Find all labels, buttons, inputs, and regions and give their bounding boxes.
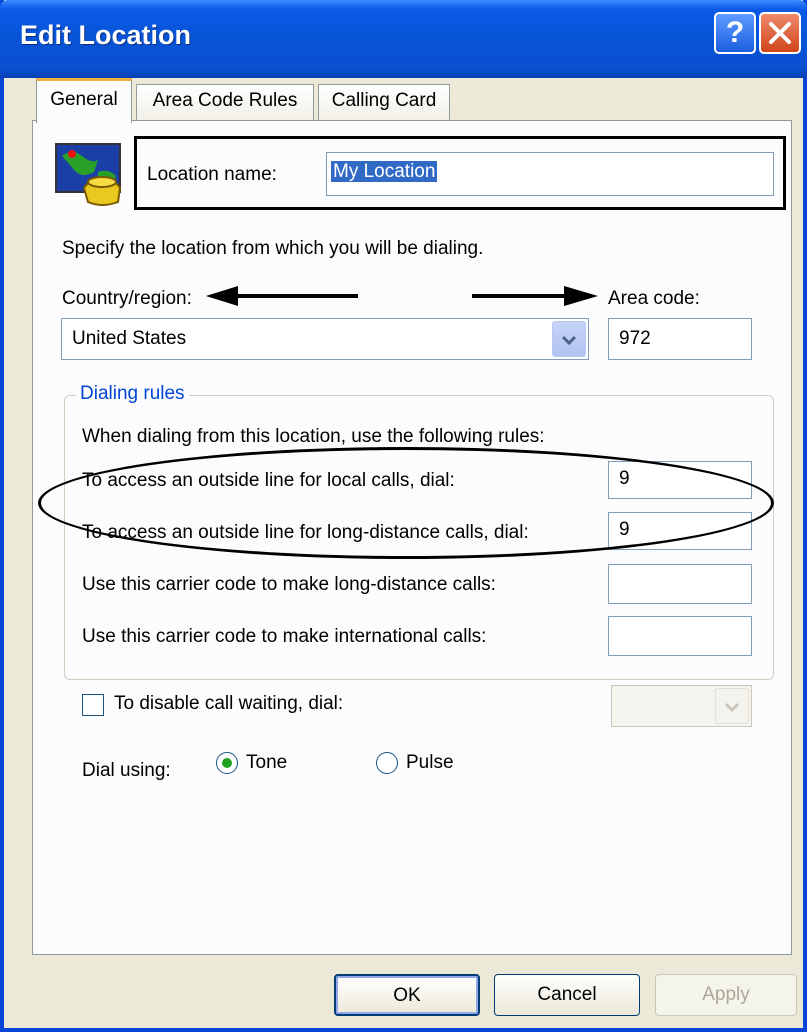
tab-calling-card[interactable]: Calling Card [318,84,450,120]
carrier-international-input[interactable] [608,616,752,656]
carrier-long-distance-label: Use this carrier code to make long-dista… [82,574,496,595]
tone-radio[interactable] [216,752,238,774]
apply-button[interactable]: Apply [655,974,797,1016]
location-globe-phone-icon [55,143,122,206]
country-region-label: Country/region: [62,288,192,309]
radio-selected-dot [222,758,232,768]
window-title: Edit Location [20,20,191,50]
dialing-rules-intro: When dialing from this location, use the… [82,426,545,447]
help-icon: ? [725,16,745,49]
call-waiting-label: To disable call waiting, dial: [114,693,344,714]
cancel-button[interactable]: Cancel [494,974,640,1016]
annotation-arrows [206,286,598,306]
tab-label: Calling Card [331,90,437,111]
help-button[interactable]: ? [714,12,756,54]
pulse-radio[interactable] [376,752,398,774]
close-button[interactable] [759,12,801,54]
location-name-highlight [134,136,786,210]
cancel-label: Cancel [537,984,597,1005]
tab-label: Area Code Rules [152,90,298,111]
carrier-international-label: Use this carrier code to make internatio… [82,626,487,647]
ok-button[interactable]: OK [334,974,480,1016]
area-code-input[interactable]: 972 [608,318,752,360]
dial-using-label: Dial using: [82,760,171,781]
call-waiting-select[interactable] [611,685,752,727]
outside-line-highlight [38,447,774,559]
call-waiting-checkbox[interactable] [82,694,104,716]
title-bar[interactable]: Edit Location ? [0,0,807,78]
tab-label: General [50,89,118,110]
country-region-select[interactable]: United States [61,318,589,360]
country-region-value: United States [72,328,187,349]
area-code-label: Area code: [608,288,700,309]
chevron-down-icon[interactable] [552,321,586,357]
pulse-label: Pulse [406,752,454,773]
dialing-rules-legend: Dialing rules [76,383,189,405]
chevron-down-icon [715,688,749,724]
specify-location-text: Specify the location from which you will… [62,238,484,259]
ok-label: OK [393,985,421,1006]
carrier-long-distance-input[interactable] [608,564,752,604]
close-icon [769,22,791,44]
area-code-value: 972 [619,328,651,349]
tone-label: Tone [246,752,288,773]
tab-area-code-rules[interactable]: Area Code Rules [136,84,314,120]
left-arrow-icon [206,286,238,306]
tab-general[interactable]: General [36,78,132,123]
apply-label: Apply [702,984,750,1005]
right-arrow-icon [564,286,598,306]
